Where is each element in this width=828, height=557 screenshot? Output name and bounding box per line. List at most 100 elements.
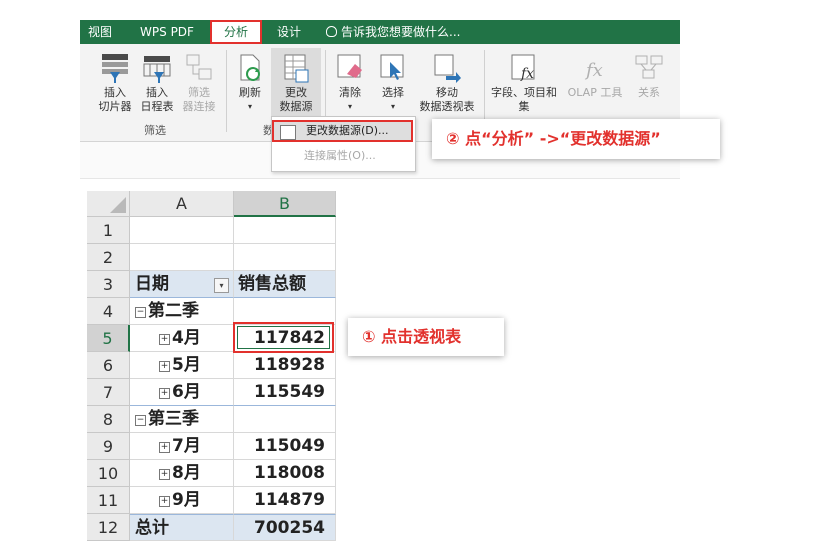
column-header-b[interactable]: B xyxy=(234,191,336,217)
clear-label: 清除 xyxy=(339,86,361,99)
move-pivottable-label-2: 数据透视表 xyxy=(419,100,475,113)
menu-item-connection-properties[interactable]: 连接属性(O)... xyxy=(272,145,413,167)
pivot-row-header-cell[interactable]: 日期 ▾ xyxy=(130,271,234,298)
callout-step-1: ① 点击透视表 xyxy=(348,318,504,356)
expand-icon[interactable]: + xyxy=(159,442,170,453)
table-cell[interactable] xyxy=(234,406,336,433)
lightbulb-icon xyxy=(326,26,337,37)
filter-connections-button[interactable]: 筛选 器连接 xyxy=(178,52,220,114)
pivot-value-cell[interactable]: 118928 xyxy=(234,352,336,379)
formula-icon: fx xyxy=(509,52,539,84)
expand-icon[interactable]: + xyxy=(159,388,170,399)
row-header[interactable]: 8 xyxy=(87,406,130,433)
row-header[interactable]: 4 xyxy=(87,298,130,325)
refresh-button[interactable]: 刷新 ▾ xyxy=(232,52,268,114)
pivot-value-cell[interactable]: 118008 xyxy=(234,460,336,487)
row-header[interactable]: 3 xyxy=(87,271,130,298)
refresh-icon xyxy=(235,52,265,84)
pivot-item-cell[interactable]: +6月 xyxy=(130,379,234,406)
expand-icon[interactable]: + xyxy=(159,361,170,372)
clear-button[interactable]: 清除 ▾ xyxy=(332,52,368,114)
table-cell[interactable] xyxy=(130,244,234,271)
table-cell[interactable] xyxy=(234,244,336,271)
pivot-item-label: 5月 xyxy=(172,355,201,375)
olap-tools-label: OLAP 工具 xyxy=(567,86,623,99)
row-header[interactable]: 2 xyxy=(87,244,130,271)
filter-connections-label-1: 筛选 xyxy=(188,86,210,99)
filter-dropdown-icon[interactable]: ▾ xyxy=(214,278,229,293)
expand-icon[interactable]: + xyxy=(159,496,170,507)
row-header[interactable]: 11 xyxy=(87,487,130,514)
move-pivottable-label-1: 移动 xyxy=(436,86,458,99)
relationships-icon xyxy=(634,52,664,84)
pivot-item-cell[interactable]: +7月 xyxy=(130,433,234,460)
pivot-value-header-cell[interactable]: 销售总额 xyxy=(234,271,336,298)
move-pivottable-button[interactable]: 移动 数据透视表 xyxy=(414,52,480,114)
eraser-icon xyxy=(335,52,365,84)
table-cell[interactable] xyxy=(234,298,336,325)
row-header[interactable]: 9 xyxy=(87,433,130,460)
tell-me-label: 告诉我您想要做什么... xyxy=(341,25,461,39)
pivot-item-cell[interactable]: +9月 xyxy=(130,487,234,514)
move-pivottable-icon xyxy=(432,52,462,84)
fields-items-sets-button[interactable]: fx 字段、项目和 集 xyxy=(486,52,562,114)
collapse-icon[interactable]: − xyxy=(135,307,146,318)
row-header[interactable]: 6 xyxy=(87,352,130,379)
row-header[interactable]: 7 xyxy=(87,379,130,406)
pivot-group-label: 第二季 xyxy=(148,301,199,321)
column-header-a[interactable]: A xyxy=(130,191,234,217)
timeline-icon xyxy=(142,52,172,84)
tab-wps-pdf[interactable]: WPS PDF xyxy=(130,20,204,44)
tell-me-search[interactable]: 告诉我您想要做什么... xyxy=(326,20,526,44)
insert-timeline-button[interactable]: 插入 日程表 xyxy=(136,52,178,114)
insert-slicer-button[interactable]: 插入 切片器 xyxy=(94,52,136,114)
collapse-icon[interactable]: − xyxy=(135,415,146,426)
pivot-item-cell[interactable]: +4月 xyxy=(130,325,234,352)
expand-icon[interactable]: + xyxy=(159,469,170,480)
pivot-item-label: 4月 xyxy=(172,328,201,348)
expand-icon[interactable]: + xyxy=(159,334,170,345)
menu-item-change-data-source[interactable]: 更改数据源(D)... xyxy=(272,120,413,142)
insert-timeline-label-2: 日程表 xyxy=(140,100,174,113)
change-data-source-label-1: 更改 xyxy=(285,86,307,99)
change-data-source-menu: 更改数据源(D)... 连接属性(O)... xyxy=(271,116,416,172)
svg-text:fx: fx xyxy=(584,60,603,81)
refresh-label: 刷新 xyxy=(239,86,261,99)
select-all-corner[interactable] xyxy=(87,191,130,217)
pivot-grand-total-value[interactable]: 700254 xyxy=(234,514,336,541)
pivot-item-cell[interactable]: +8月 xyxy=(130,460,234,487)
pivot-value-cell[interactable]: 115049 xyxy=(234,433,336,460)
pivot-group-cell[interactable]: − 第三季 xyxy=(130,406,234,433)
row-header[interactable]: 5 xyxy=(87,325,130,352)
tab-analyze[interactable]: 分析 xyxy=(210,20,262,44)
olap-tools-button[interactable]: fx OLAP 工具 xyxy=(564,52,626,100)
fields-items-label-1: 字段、项目和 xyxy=(491,86,557,99)
group-label-filter: 筛选 xyxy=(144,124,166,137)
pivot-value-cell[interactable]: 114879 xyxy=(234,487,336,514)
pivot-item-label: 6月 xyxy=(172,382,201,402)
pivot-grand-total-label[interactable]: 总计 xyxy=(130,514,234,541)
tab-design[interactable]: 设计 xyxy=(268,20,310,44)
table-cell[interactable] xyxy=(234,217,336,244)
select-all-triangle-icon xyxy=(110,197,126,213)
change-data-source-button[interactable]: 更改 数据源 xyxy=(271,48,321,124)
active-cell-highlight xyxy=(233,322,334,353)
pivot-group-label: 第三季 xyxy=(148,409,199,429)
relationships-button[interactable]: 关系 xyxy=(628,52,670,100)
row-header[interactable]: 12 xyxy=(87,514,130,541)
menu-item-change-data-source-label: 更改数据源(D)... xyxy=(306,124,389,137)
row-header[interactable]: 1 xyxy=(87,217,130,244)
select-button[interactable]: 选择 ▾ xyxy=(374,52,412,114)
row-header[interactable]: 10 xyxy=(87,460,130,487)
change-data-source-label-2: 数据源 xyxy=(279,100,313,113)
refresh-dropdown-icon: ▾ xyxy=(247,102,252,111)
table-cell[interactable] xyxy=(130,217,234,244)
olap-icon: fx xyxy=(580,52,610,84)
pivot-group-cell[interactable]: − 第二季 xyxy=(130,298,234,325)
pivot-value-cell[interactable]: 115549 xyxy=(234,379,336,406)
fields-items-label-2: 集 xyxy=(518,100,530,113)
insert-slicer-label-1: 插入 xyxy=(104,86,126,99)
pivot-item-cell[interactable]: +5月 xyxy=(130,352,234,379)
active-cell-border xyxy=(237,326,330,349)
tab-view[interactable]: 视图 xyxy=(80,20,120,44)
